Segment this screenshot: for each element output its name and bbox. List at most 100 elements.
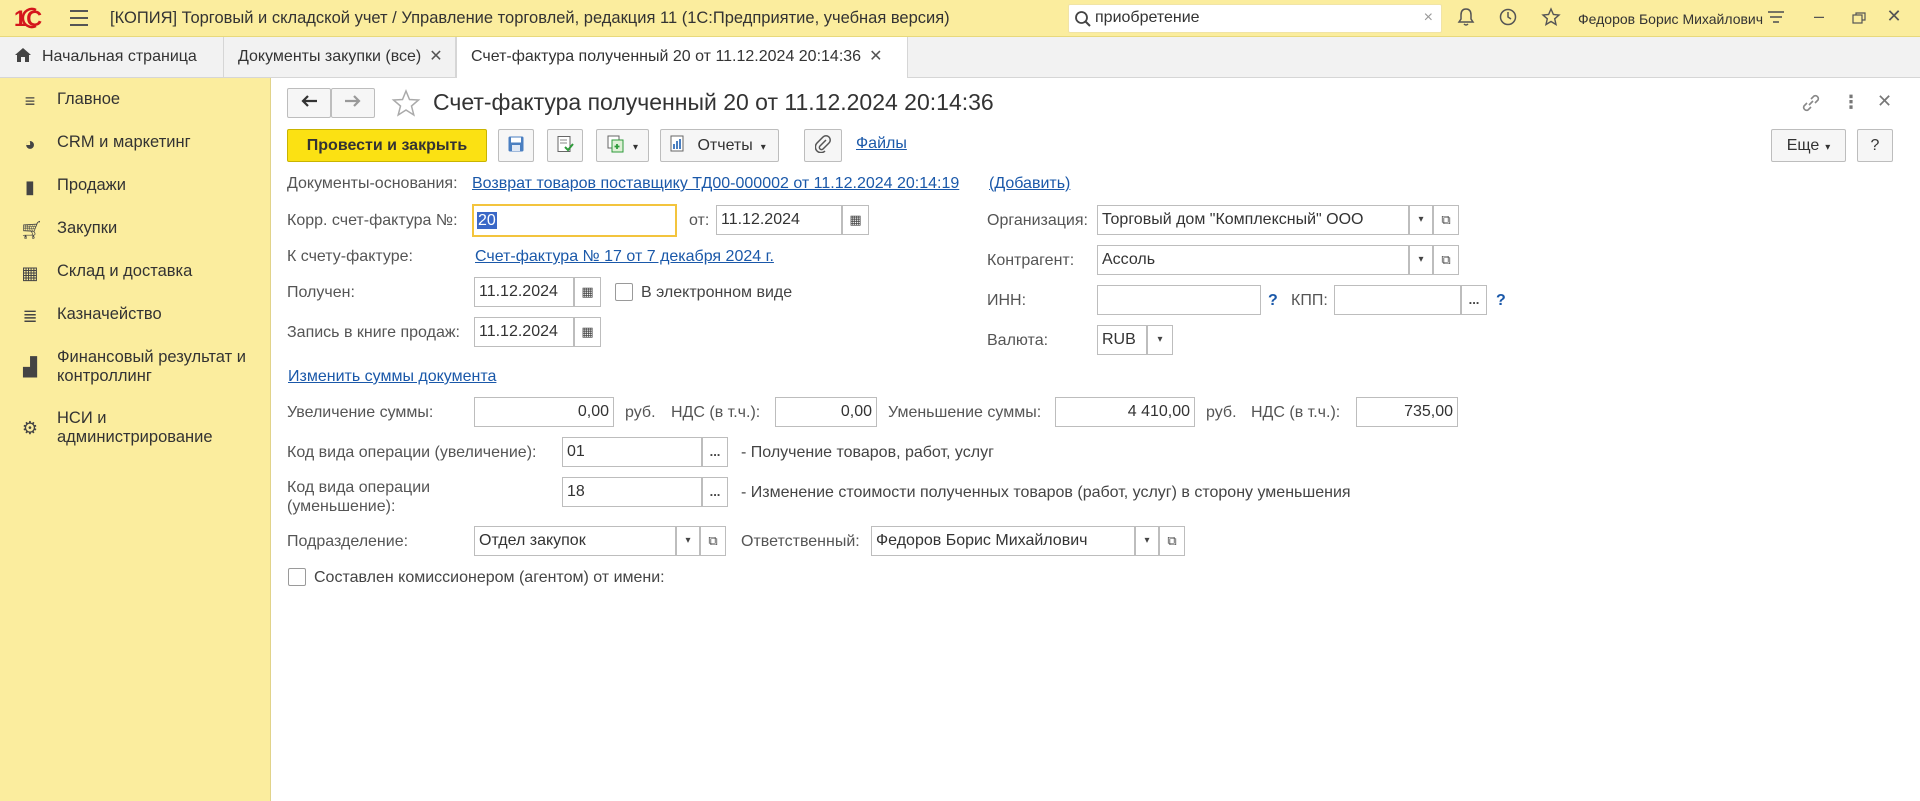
agent-checkbox[interactable] [288, 568, 306, 586]
link-icon[interactable] [1800, 92, 1822, 114]
responsible-label: Ответственный: [741, 533, 860, 550]
increase-sum-label: Увеличение суммы: [287, 404, 434, 421]
tab-current-document[interactable]: Счет-фактура полученный 20 от 11.12.2024… [456, 37, 908, 79]
close-tab-icon[interactable]: ✕ [869, 48, 882, 65]
organization-input[interactable]: Торговый дом "Комплексный" ООО [1097, 205, 1409, 235]
forward-button[interactable] [331, 88, 375, 118]
dropdown-arrow-icon: ▾ [1825, 142, 1831, 153]
received-date-input[interactable]: 11.12.2024 [474, 277, 574, 307]
pie-chart-icon: ◕ [24, 134, 36, 154]
notifications-icon[interactable] [1455, 7, 1477, 29]
search-icon [1075, 11, 1091, 27]
corr-invoice-number-input[interactable]: 20 [472, 204, 677, 237]
current-user[interactable]: Федоров Борис Михайлович [1578, 11, 1763, 27]
electronic-checkbox[interactable] [615, 283, 633, 301]
back-button[interactable] [287, 88, 331, 118]
inn-help-icon[interactable]: ? [1268, 292, 1278, 310]
cart-icon: 🛒︎ [20, 220, 43, 240]
calendar-icon[interactable]: ▦ [574, 277, 601, 307]
change-sums-link[interactable]: Изменить суммы документа [288, 368, 496, 386]
contractor-input[interactable]: Ассоль [1097, 245, 1409, 275]
more-button[interactable]: Еще ▾ [1771, 129, 1846, 162]
op-code-decrease-input[interactable]: 18 [562, 477, 702, 507]
dropdown-arrow-icon[interactable]: ▾ [1135, 526, 1159, 556]
close-window-icon[interactable]: ✕ [1882, 6, 1906, 27]
department-input[interactable]: Отдел закупок [474, 526, 676, 556]
responsible-input[interactable]: Федоров Борис Михайлович [871, 526, 1135, 556]
sidebar-item-finance[interactable]: ▟ Финансовый результат и контроллинг [20, 348, 260, 388]
settings-menu-icon[interactable] [1765, 7, 1787, 29]
files-link[interactable]: Файлы [856, 135, 907, 153]
more-options-icon[interactable]: ⋮ [1842, 92, 1860, 112]
sidebar-item-admin[interactable]: ⚙ НСИ и администрирование [20, 409, 260, 449]
open-icon[interactable]: ⧉ [700, 526, 726, 556]
dropdown-arrow-icon[interactable]: ▾ [1409, 245, 1433, 275]
sidebar-item-purchases[interactable]: 🛒︎ Закупки [20, 219, 260, 241]
save-button[interactable] [498, 129, 534, 162]
clear-search-icon[interactable]: × [1424, 9, 1433, 27]
increase-sum-input[interactable]: 0,00 [474, 397, 614, 427]
calendar-icon[interactable]: ▦ [842, 205, 869, 235]
help-button[interactable]: ? [1857, 129, 1893, 162]
tab-documents[interactable]: Документы закупки (все) ✕ [224, 37, 456, 78]
create-based-on-button[interactable]: ▾ [596, 129, 649, 162]
arrow-left-icon [301, 95, 317, 107]
star-icon[interactable] [391, 89, 421, 117]
reports-icon [670, 135, 684, 152]
search-input[interactable]: приобретение × [1068, 4, 1442, 33]
main-menu-icon[interactable] [70, 10, 88, 26]
op-code-increase-input[interactable]: 01 [562, 437, 702, 467]
post-and-close-button[interactable]: Провести и закрыть [287, 129, 487, 162]
vat-decrease-input[interactable]: 735,00 [1356, 397, 1458, 427]
decrease-sum-input[interactable]: 4 410,00 [1055, 397, 1195, 427]
kpp-input[interactable] [1334, 285, 1461, 315]
to-invoice-link[interactable]: Счет-фактура № 17 от 7 декабря 2024 г. [475, 248, 774, 266]
sidebar-item-crm[interactable]: ◕ CRM и маркетинг [20, 133, 260, 155]
received-label: Получен: [287, 284, 355, 301]
dropdown-arrow-icon: ▾ [632, 142, 639, 153]
sidebar-item-main[interactable]: ≡ Главное [20, 90, 260, 112]
op-code-increase-select-button[interactable]: ... [702, 437, 728, 467]
department-label: Подразделение: [287, 533, 409, 550]
dropdown-arrow-icon[interactable]: ▾ [676, 526, 700, 556]
open-icon[interactable]: ⧉ [1433, 245, 1459, 275]
kpp-help-icon[interactable]: ? [1496, 292, 1506, 310]
reports-button[interactable]: Отчеты ▾ [660, 129, 779, 162]
currency-rub-label: руб. [1206, 404, 1237, 421]
add-basis-link[interactable]: (Добавить) [989, 175, 1070, 193]
corr-invoice-label: Корр. счет-фактура №: [287, 212, 458, 229]
sidebar-item-warehouse[interactable]: ▦ Склад и доставка [20, 262, 260, 284]
close-form-icon[interactable]: ✕ [1877, 91, 1892, 112]
history-icon[interactable] [1497, 7, 1519, 29]
op-code-increase-label: Код вида операции (увеличение): [287, 444, 537, 461]
paperclip-icon [814, 135, 831, 154]
vat-increase-input[interactable]: 0,00 [775, 397, 877, 427]
bar-chart-icon: ▟ [23, 357, 37, 377]
inn-input[interactable] [1097, 285, 1261, 315]
vat-increase-label: НДС (в т.ч.): [671, 404, 761, 421]
sidebar-item-sales[interactable]: ▮ Продажи [20, 176, 260, 198]
sales-book-date-input[interactable]: 11.12.2024 [474, 317, 574, 347]
dropdown-arrow-icon[interactable]: ▾ [1147, 325, 1173, 355]
minimize-icon[interactable]: – [1807, 6, 1831, 27]
close-tab-icon[interactable]: ✕ [429, 48, 442, 65]
open-icon[interactable]: ⧉ [1433, 205, 1459, 235]
open-icon[interactable]: ⧉ [1159, 526, 1185, 556]
vat-decrease-label: НДС (в т.ч.): [1251, 404, 1341, 421]
kpp-select-button[interactable]: ... [1461, 285, 1487, 315]
calendar-icon[interactable]: ▦ [574, 317, 601, 347]
tab-home[interactable]: Начальная страница [0, 37, 224, 78]
op-code-decrease-select-button[interactable]: ... [702, 477, 728, 507]
favorites-icon[interactable] [1540, 7, 1562, 29]
attach-button[interactable] [804, 129, 842, 162]
from-date-input[interactable]: 11.12.2024 [716, 205, 842, 235]
currency-input[interactable]: RUB [1097, 325, 1147, 355]
dropdown-arrow-icon[interactable]: ▾ [1409, 205, 1433, 235]
restore-icon[interactable] [1852, 11, 1866, 24]
inn-label: ИНН: [987, 292, 1027, 309]
post-button[interactable] [547, 129, 583, 162]
1c-logo[interactable]: 1С [14, 6, 56, 30]
basis-document-link[interactable]: Возврат товаров поставщику ТД00-000002 о… [472, 175, 959, 193]
sidebar-item-treasury[interactable]: ≣ Казначейство [20, 305, 260, 327]
currency-label: Валюта: [987, 332, 1049, 349]
